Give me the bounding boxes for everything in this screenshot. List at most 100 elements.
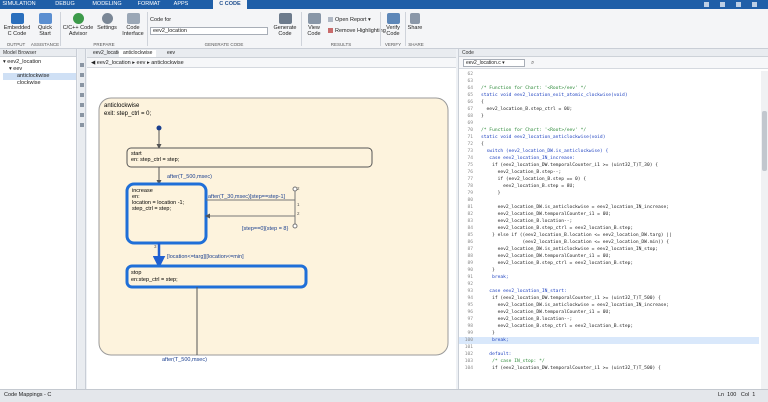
code-line: 92	[459, 281, 759, 288]
code-text: switch (eev2_location_DW.is_anticlockwis…	[481, 149, 609, 154]
line-number[interactable]: 92	[459, 281, 473, 288]
line-number[interactable]: 68	[459, 113, 473, 120]
code-line: 83 eev2_location_B.location--;	[459, 218, 759, 225]
line-number[interactable]: 77	[459, 176, 473, 183]
code-text: eev2_location_DW.is_anticlockwise = eev2…	[481, 247, 659, 252]
code-line: 72 {	[459, 141, 759, 148]
tab-c-code[interactable]: C CODE	[213, 0, 247, 9]
remove-highlighting-button[interactable]: Remove Highlighting	[328, 28, 386, 34]
verify-code-button[interactable]: Verify Code	[383, 13, 403, 37]
line-number[interactable]: 75	[459, 162, 473, 169]
code-for-field[interactable]: eev2_location	[150, 27, 268, 35]
group-generate-code: GENERATE CODE	[204, 42, 244, 47]
code-line: 101	[459, 344, 759, 351]
code-advisor-button[interactable]: C/C++ Code Advisor	[62, 13, 94, 37]
tab-eev[interactable]: eev	[163, 50, 179, 57]
line-number[interactable]: 103	[459, 358, 473, 365]
code-scrollbar[interactable]	[761, 71, 768, 389]
breadcrumb-eev2-location[interactable]: eev2_location	[97, 60, 131, 66]
view-code-button[interactable]: View Code	[304, 13, 324, 37]
line-number[interactable]: 93	[459, 288, 473, 295]
line-number[interactable]: 70	[459, 127, 473, 134]
window-controls[interactable]	[700, 1, 766, 8]
line-number[interactable]: 88	[459, 253, 473, 260]
line-number[interactable]: 87	[459, 246, 473, 253]
group-output: OUTPUT	[6, 42, 26, 47]
line-number[interactable]: 76	[459, 169, 473, 176]
line-number[interactable]: 95	[459, 302, 473, 309]
line-number[interactable]: 66	[459, 99, 473, 106]
line-number[interactable]: 63	[459, 78, 473, 85]
tree-item-eev[interactable]: ▾ eev	[3, 66, 76, 73]
code-mappings-tab[interactable]: Code Mappings - C	[4, 392, 51, 399]
code-line: 79 }	[459, 190, 759, 197]
embedded-c-code-button[interactable]: Embedded C Code	[2, 13, 32, 37]
line-number[interactable]: 97	[459, 316, 473, 323]
palette-toolbar	[78, 49, 86, 389]
line-number[interactable]: 64	[459, 85, 473, 92]
tab-apps[interactable]: APPS	[170, 0, 192, 9]
settings-button[interactable]: Settings	[95, 13, 119, 31]
file-select[interactable]: eev2_location.c ▾	[463, 59, 525, 67]
scrollbar-thumb[interactable]	[762, 111, 767, 171]
line-number[interactable]: 99	[459, 330, 473, 337]
tab-anticlockwise[interactable]: anticlockwise	[119, 50, 157, 57]
generate-code-button[interactable]: Generate Code	[272, 13, 298, 37]
code-text: /* Function for Chart: '<Root>/eev' */	[481, 86, 587, 91]
line-number[interactable]: 104	[459, 365, 473, 372]
code-interface-button[interactable]: Code Interface	[120, 13, 146, 37]
line-number[interactable]: 73	[459, 148, 473, 155]
open-report-button[interactable]: Open Report ▾	[328, 17, 371, 23]
line-number[interactable]: 79	[459, 190, 473, 197]
code-text: eev2_location_DW.temporalCounter_i1 = 0U…	[481, 212, 611, 217]
line-number[interactable]: 89	[459, 260, 473, 267]
quick-start-button[interactable]: Quick Start	[33, 13, 57, 37]
line-number[interactable]: 100	[459, 337, 473, 344]
editor-tabs: eev2_location anticlockwise eev	[87, 49, 456, 58]
code-text: if (eev2_location_DW.temporalCounter_i1 …	[481, 163, 659, 168]
share-button[interactable]: Share	[407, 13, 423, 31]
line-number[interactable]: 85	[459, 232, 473, 239]
search-icon[interactable]: ⌕	[531, 59, 539, 67]
code-lines[interactable]: 62 63 64 /* Function for Chart: '<Root>/eev…	[459, 71, 761, 389]
code-text: eev2_location_B.step_ctrl = eev2_locatio…	[481, 226, 634, 231]
line-number[interactable]: 82	[459, 211, 473, 218]
line-number[interactable]: 71	[459, 134, 473, 141]
line-number[interactable]: 96	[459, 309, 473, 316]
line-number[interactable]: 94	[459, 295, 473, 302]
default-transition-dot	[156, 125, 162, 131]
line-number[interactable]: 78	[459, 183, 473, 190]
line-number[interactable]: 80	[459, 197, 473, 204]
code-line: 96 eev2_location_DW.temporalCounter_i1 =…	[459, 309, 759, 316]
tab-debug[interactable]: DEBUG	[52, 0, 78, 9]
line-number[interactable]: 62	[459, 71, 473, 78]
line-number[interactable]: 86	[459, 239, 473, 246]
tab-simulation[interactable]: SIMULATION	[2, 0, 36, 9]
line-number[interactable]: 90	[459, 267, 473, 274]
tab-modeling[interactable]: MODELING	[90, 0, 124, 9]
code-line: 68}	[459, 113, 759, 120]
line-number[interactable]: 91	[459, 274, 473, 281]
line-number[interactable]: 65	[459, 92, 473, 99]
line-number[interactable]: 102	[459, 351, 473, 358]
line-number[interactable]: 84	[459, 225, 473, 232]
line-number[interactable]: 67	[459, 106, 473, 113]
code-text: eev2_location_DW.is_anticlockwise = eev2…	[481, 303, 670, 308]
line-number[interactable]: 83	[459, 218, 473, 225]
line-number[interactable]: 81	[459, 204, 473, 211]
line-number[interactable]: 74	[459, 155, 473, 162]
line-number[interactable]: 101	[459, 344, 473, 351]
breadcrumb-anticlockwise[interactable]: anticlockwise	[151, 60, 183, 66]
line-number[interactable]: 98	[459, 323, 473, 330]
code-line: 67 eev2_location_B.step_ctrl = 0U;	[459, 106, 759, 113]
tree-item-clockwise[interactable]: clockwise	[3, 80, 76, 87]
code-line: 87 eev2_location_DW.is_anticlockwise = e…	[459, 246, 759, 253]
line-number[interactable]: 72	[459, 141, 473, 148]
tree-item-anticlockwise[interactable]: anticlockwise	[3, 73, 76, 80]
code-line: 69	[459, 120, 759, 127]
tab-format[interactable]: FORMAT	[134, 0, 164, 9]
line-number[interactable]: 69	[459, 120, 473, 127]
state-tool-icon	[80, 73, 84, 77]
tree-item-eev2-location[interactable]: ▾ eev2_location	[3, 59, 76, 66]
code-line: 89 eev2_location_B.step_ctrl = eev2_loca…	[459, 260, 759, 267]
